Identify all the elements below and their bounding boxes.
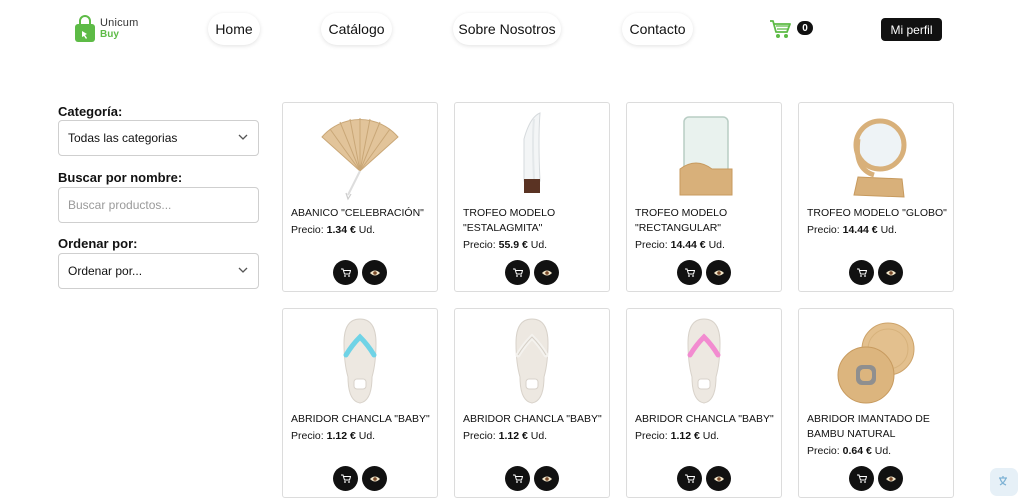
product-image[interactable] (283, 109, 437, 205)
sort-value: Ordenar por... (68, 264, 143, 278)
view-product-button[interactable] (706, 260, 731, 285)
header: Unicum Buy Home Catálogo Sobre Nosotros … (0, 0, 1024, 60)
search-placeholder: Buscar productos... (68, 198, 172, 212)
cart-icon (685, 268, 695, 277)
product-image[interactable] (283, 315, 437, 411)
flipflop-opener-icon (343, 318, 377, 404)
crystal-trophy-icon (523, 112, 541, 193)
add-to-cart-button[interactable] (849, 260, 874, 285)
logo[interactable]: Unicum Buy (74, 15, 139, 43)
product-image[interactable] (455, 109, 609, 205)
add-to-cart-button[interactable] (677, 260, 702, 285)
flipflop-opener-icon (515, 318, 549, 404)
product-image[interactable] (627, 315, 781, 411)
product-image[interactable] (799, 109, 953, 205)
product-price: Precio: 14.44 € Ud. (635, 239, 725, 251)
nav-home[interactable]: Home (208, 13, 260, 45)
product-name[interactable]: ABRIDOR CHANCLA "BABY" (635, 412, 781, 427)
product-price: Precio: 1.34 € Ud. (291, 224, 376, 236)
product-price: Precio: 55.9 € Ud. (463, 239, 548, 251)
product-image[interactable] (455, 315, 609, 411)
flipflop-opener-icon (687, 318, 721, 404)
product-image[interactable] (799, 315, 953, 411)
chevron-down-icon (238, 134, 248, 140)
add-to-cart-button[interactable] (849, 466, 874, 491)
product-card[interactable]: TROFEO MODELO "GLOBO" Precio: 14.44 € Ud… (798, 102, 954, 292)
product-card[interactable]: ABRIDOR CHANCLA "BABY" Precio: 1.12 € Ud… (282, 308, 438, 498)
nav-contact[interactable]: Contacto (622, 13, 693, 45)
product-price: Precio: 14.44 € Ud. (807, 224, 897, 236)
eye-icon (713, 476, 724, 481)
product-card[interactable]: TROFEO MODELO "ESTALAGMITA" Precio: 55.9… (454, 102, 610, 292)
product-price: Precio: 1.12 € Ud. (635, 430, 720, 442)
add-to-cart-button[interactable] (505, 466, 530, 491)
cart-icon (857, 474, 867, 483)
eye-icon (369, 476, 380, 481)
fan-icon (321, 118, 399, 201)
cart-icon (857, 268, 867, 277)
cart-icon[interactable] (769, 18, 791, 40)
product-name[interactable]: TROFEO MODELO "ESTALAGMITA" (463, 206, 609, 236)
brand-sub: Buy (100, 29, 119, 40)
sort-label: Ordenar por: (58, 236, 138, 251)
search-label: Buscar por nombre: (58, 170, 183, 185)
cart-icon (341, 474, 351, 483)
search-input[interactable]: Buscar productos... (58, 187, 259, 223)
product-card[interactable]: ABRIDOR CHANCLA "BABY" Precio: 1.12 € Ud… (626, 308, 782, 498)
eye-icon (369, 270, 380, 275)
eye-icon (885, 270, 896, 275)
product-card[interactable]: ABRIDOR CHANCLA "BABY" Precio: 1.12 € Ud… (454, 308, 610, 498)
cart-icon (513, 474, 523, 483)
eye-icon (541, 270, 552, 275)
sort-select[interactable]: Ordenar por... (58, 253, 259, 289)
category-label: Categoría: (58, 104, 123, 119)
product-card[interactable]: ABANICO "CELEBRACIÓN" Precio: 1.34 € Ud. (282, 102, 438, 292)
category-value: Todas las categorias (68, 131, 178, 145)
product-name[interactable]: ABANICO "CELEBRACIÓN" (291, 206, 437, 221)
profile-button[interactable]: Mi perfil (881, 18, 942, 41)
rectangular-trophy-icon (679, 116, 733, 196)
add-to-cart-button[interactable] (505, 260, 530, 285)
nav-about[interactable]: Sobre Nosotros (453, 13, 561, 45)
product-price: Precio: 1.12 € Ud. (463, 430, 548, 442)
product-name[interactable]: ABRIDOR CHANCLA "BABY" (291, 412, 437, 427)
view-product-button[interactable] (534, 466, 559, 491)
view-product-button[interactable] (878, 260, 903, 285)
product-card[interactable]: ABRIDOR IMANTADO DE BAMBU NATURAL Precio… (798, 308, 954, 498)
eye-icon (885, 476, 896, 481)
floating-assist-button[interactable] (990, 468, 1018, 496)
translate-icon (999, 476, 1007, 486)
view-product-button[interactable] (878, 466, 903, 491)
cart-count-badge: 0 (797, 21, 813, 35)
nav-catalog[interactable]: Catálogo (321, 13, 392, 45)
cart-icon (685, 474, 695, 483)
product-price: Precio: 1.12 € Ud. (291, 430, 376, 442)
view-product-button[interactable] (362, 466, 387, 491)
view-product-button[interactable] (534, 260, 559, 285)
add-to-cart-button[interactable] (333, 466, 358, 491)
cart-icon (341, 268, 351, 277)
product-name[interactable]: ABRIDOR CHANCLA "BABY" (463, 412, 609, 427)
brand-name: Unicum (100, 17, 139, 29)
eye-icon (713, 270, 724, 275)
cart-icon (513, 268, 523, 277)
product-name[interactable]: TROFEO MODELO "GLOBO" (807, 206, 953, 221)
product-image[interactable] (627, 109, 781, 205)
bamboo-opener-icon (837, 322, 915, 404)
globe-trophy-icon (853, 118, 907, 198)
product-name[interactable]: TROFEO MODELO "RECTANGULAR" (635, 206, 781, 236)
product-price: Precio: 0.64 € Ud. (807, 445, 892, 457)
product-name[interactable]: ABRIDOR IMANTADO DE BAMBU NATURAL (807, 412, 953, 442)
add-to-cart-button[interactable] (677, 466, 702, 491)
view-product-button[interactable] (362, 260, 387, 285)
shopping-bag-icon (75, 15, 95, 42)
chevron-down-icon (238, 267, 248, 273)
eye-icon (541, 476, 552, 481)
category-select[interactable]: Todas las categorias (58, 120, 259, 156)
add-to-cart-button[interactable] (333, 260, 358, 285)
product-card[interactable]: TROFEO MODELO "RECTANGULAR" Precio: 14.4… (626, 102, 782, 292)
view-product-button[interactable] (706, 466, 731, 491)
